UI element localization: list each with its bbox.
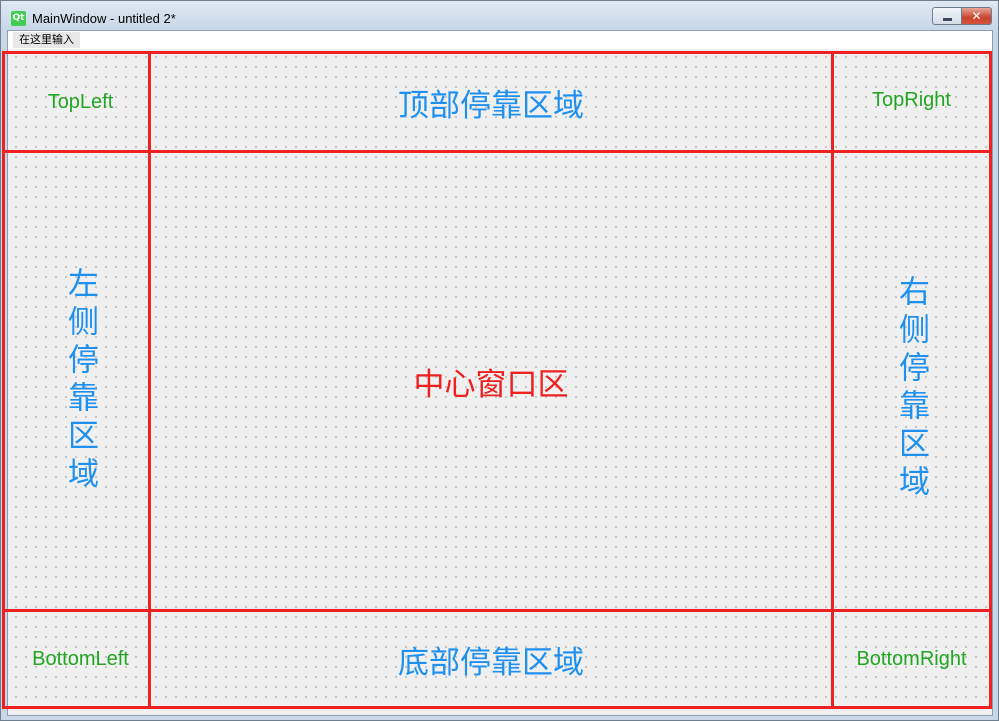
central-widget-area: 中心窗口区 <box>148 150 834 612</box>
right-dock-label: 右侧停靠区域 <box>893 275 929 503</box>
top-dock-area: 顶部停靠区域 <box>148 51 834 153</box>
window-controls: ✕ <box>932 7 992 25</box>
window-title: MainWindow - untitled 2* <box>32 11 176 26</box>
right-dock-area: 右侧停靠区域 <box>831 150 992 612</box>
bottom-dock-area: 底部停靠区域 <box>148 609 834 709</box>
main-window: Qt MainWindow - untitled 2* ✕ 在这里输入 TopL… <box>0 0 999 721</box>
bottom-dock-label: 底部停靠区域 <box>398 644 584 681</box>
left-dock-label: 左侧停靠区域 <box>62 267 98 495</box>
design-canvas: TopLeft 顶部停靠区域 TopRight 左侧停靠区域 中心窗口区 右侧停… <box>2 49 992 715</box>
bottom-left-corner: BottomLeft <box>2 609 151 709</box>
qt-logo-icon: Qt <box>11 11 26 26</box>
top-dock-label: 顶部停靠区域 <box>398 87 584 124</box>
title-bar[interactable]: Qt MainWindow - untitled 2* ✕ <box>1 1 998 31</box>
right-dock-label-wrap: 右侧停靠区域 <box>834 153 989 609</box>
top-right-label: TopRight <box>872 88 951 111</box>
client-area: 在这里输入 TopLeft 顶部停靠区域 TopRight 左侧停靠区域 中心窗… <box>2 30 993 716</box>
top-right-corner: TopRight <box>831 51 992 153</box>
bottom-right-corner: BottomRight <box>831 609 992 709</box>
bottom-left-label: BottomLeft <box>32 647 129 670</box>
close-button[interactable]: ✕ <box>962 7 992 25</box>
close-icon: ✕ <box>971 9 982 23</box>
left-dock-area: 左侧停靠区域 <box>2 150 151 612</box>
minimize-button[interactable] <box>932 7 962 25</box>
top-left-label: TopLeft <box>47 90 114 113</box>
top-left-corner: TopLeft <box>2 51 151 153</box>
minimize-icon <box>942 17 952 21</box>
menu-bar: 在这里输入 <box>8 31 992 49</box>
left-dock-label-wrap: 左侧停靠区域 <box>5 153 148 609</box>
menu-type-here[interactable]: 在这里输入 <box>13 32 80 48</box>
bottom-right-label: BottomRight <box>856 647 967 670</box>
central-label: 中心窗口区 <box>413 366 569 403</box>
